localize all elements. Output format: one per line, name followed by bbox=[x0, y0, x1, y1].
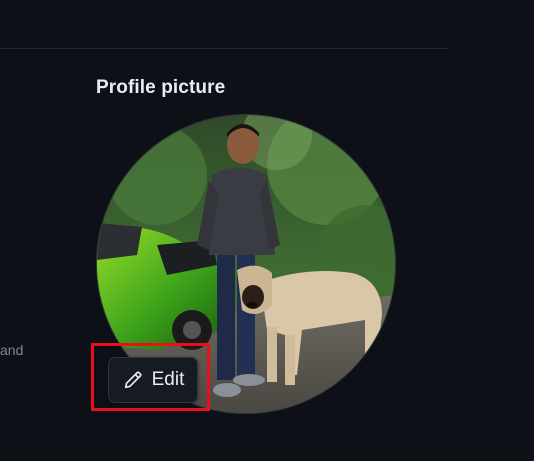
edit-button-label: Edit bbox=[151, 369, 185, 390]
pencil-icon bbox=[124, 371, 142, 389]
top-divider bbox=[0, 48, 448, 49]
edit-avatar-button[interactable]: Edit bbox=[108, 357, 198, 403]
profile-picture-heading: Profile picture bbox=[96, 77, 226, 98]
profile-settings-page: and Profile picture Edit bbox=[0, 0, 534, 461]
left-column-text-fragment: and bbox=[0, 342, 24, 358]
